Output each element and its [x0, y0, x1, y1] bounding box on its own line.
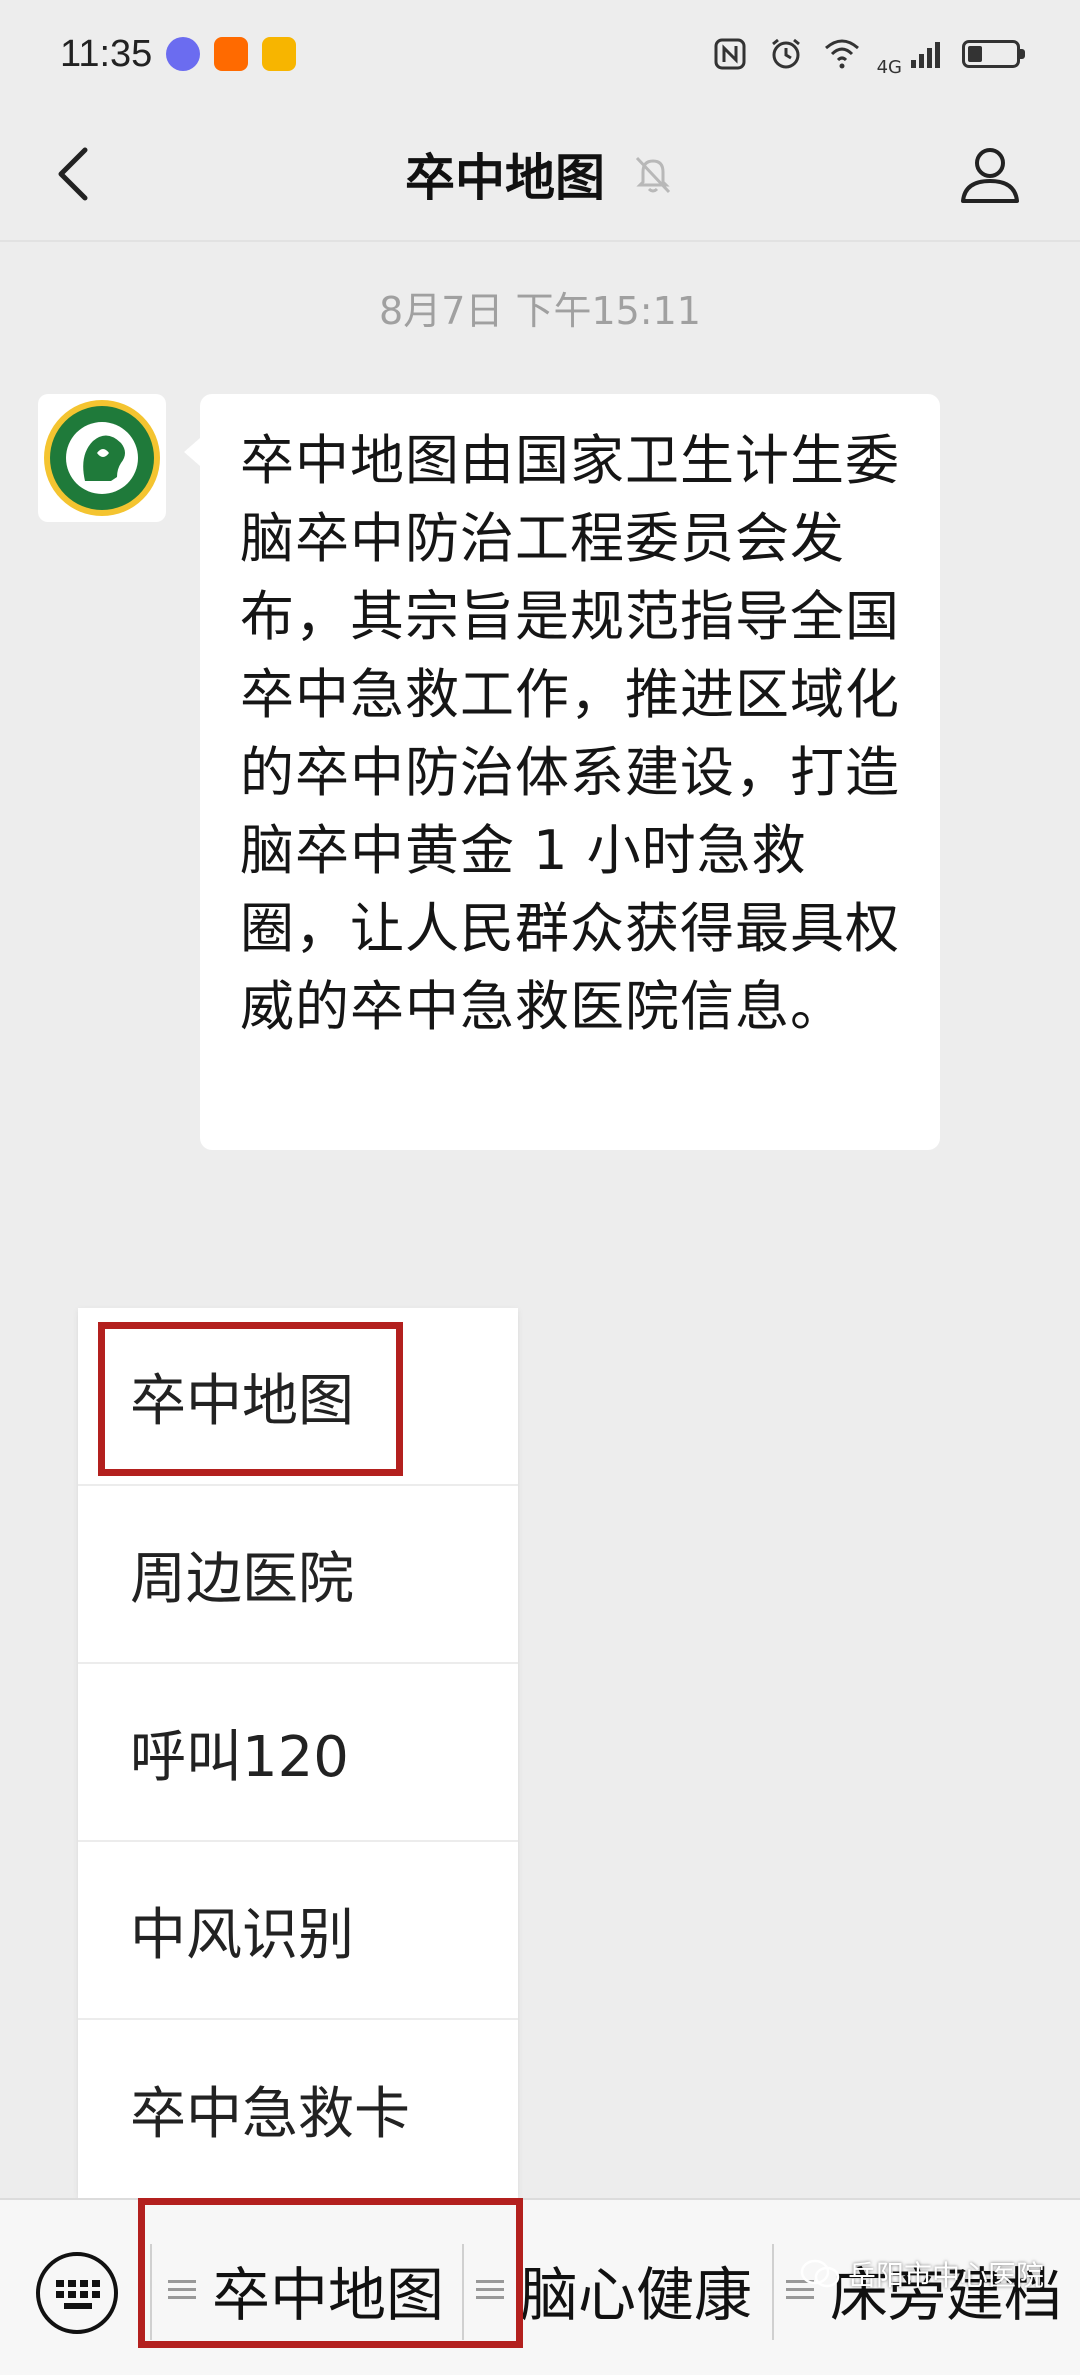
profile-button[interactable] [950, 134, 1030, 214]
account-avatar[interactable] [38, 394, 166, 522]
status-left: 11:35 [60, 32, 297, 76]
status-time: 11:35 [60, 32, 153, 75]
wifi-icon [824, 39, 859, 69]
menu-item-nearby-hospitals[interactable]: 周边医院 [78, 1486, 518, 1664]
keyboard-icon [36, 2252, 118, 2334]
status-bar: 11:35 4G [0, 0, 1080, 108]
watermark-text: 岳阳市中心医院 [847, 2259, 1044, 2292]
page-title: 卒中地图 [405, 149, 605, 207]
battery-icon [962, 40, 1025, 68]
qq-icon [166, 37, 201, 71]
message-bubble: 卒中地图由国家卫生计生委脑卒中防治工程委员会发布，其宗旨是规范指导全国卒中急救工… [184, 394, 940, 1150]
person-icon [961, 148, 1019, 203]
menu-item-call-120[interactable]: 呼叫120 [78, 1664, 518, 1842]
wechat-icon [800, 2259, 840, 2288]
header-title-group: 卒中地图 [405, 138, 675, 210]
chevron-left-icon [58, 147, 88, 201]
stroke-map-logo-icon [44, 400, 160, 516]
watermark: 岳阳市中心医院 [800, 2254, 1044, 2294]
tab-label: 脑心健康 [520, 2261, 753, 2329]
network-type: 4G [876, 56, 902, 78]
alarm-icon [771, 38, 800, 69]
header-divider [0, 240, 1080, 242]
keyboard-toggle-button[interactable] [34, 2250, 120, 2336]
tab-highlight-box [138, 2198, 523, 2348]
mail-icon [262, 37, 297, 71]
signal-icon [911, 42, 940, 68]
taobao-icon [214, 37, 249, 71]
chat-header: 卒中地图 [0, 108, 1080, 240]
back-button[interactable] [38, 136, 108, 212]
message-timestamp: 8月7日 下午15:11 [379, 289, 701, 333]
menu-item-stroke-recognition[interactable]: 中风识别 [78, 1842, 518, 2020]
menu-item-emergency-card[interactable]: 卒中急救卡 [78, 2020, 518, 2198]
bell-muted-icon [635, 156, 671, 194]
nfc-icon [714, 38, 746, 70]
tab-divider [772, 2244, 774, 2340]
battery-level [968, 46, 982, 62]
status-right: 4G [709, 31, 1025, 78]
menu-highlight-box [98, 1322, 403, 1476]
